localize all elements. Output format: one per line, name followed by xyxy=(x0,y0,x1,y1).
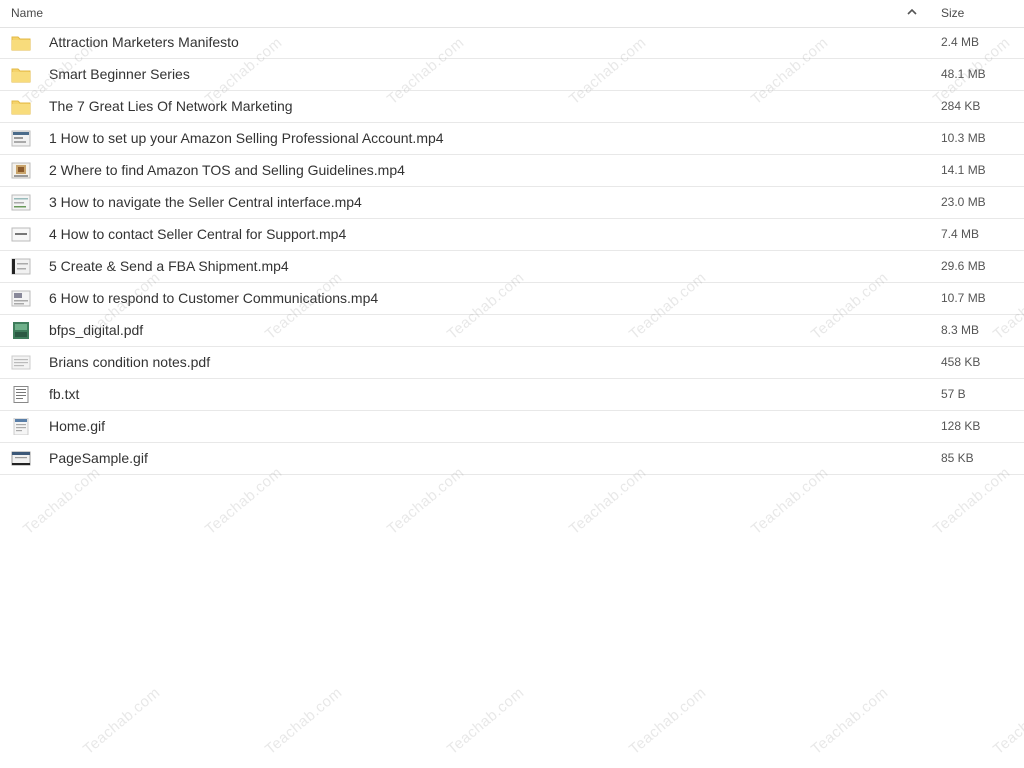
file-name: Brians condition notes.pdf xyxy=(49,354,211,370)
watermark-text: Teachab.com xyxy=(990,684,1024,759)
list-item[interactable]: Smart Beginner Series 48.1 MB xyxy=(0,59,1024,91)
list-item[interactable]: 3 How to navigate the Seller Central int… xyxy=(0,187,1024,219)
image-thumbnail-icon xyxy=(11,450,31,467)
watermark-text: Teachab.com xyxy=(566,464,650,539)
file-name: Smart Beginner Series xyxy=(49,66,190,82)
file-name: Home.gif xyxy=(49,418,106,434)
file-size: 48.1 MB xyxy=(941,67,986,81)
list-item[interactable]: 4 How to contact Seller Central for Supp… xyxy=(0,219,1024,251)
watermark-text: Teachab.com xyxy=(20,464,104,539)
list-item[interactable]: bfps_digital.pdf 8.3 MB xyxy=(0,315,1024,347)
file-name: Attraction Marketers Manifesto xyxy=(49,34,239,50)
list-item[interactable]: 1 How to set up your Amazon Selling Prof… xyxy=(0,123,1024,155)
file-name: 4 How to contact Seller Central for Supp… xyxy=(49,226,347,242)
list-item[interactable]: fb.txt 57 B xyxy=(0,379,1024,411)
list-item[interactable]: Home.gif 128 KB xyxy=(0,411,1024,443)
file-name: bfps_digital.pdf xyxy=(49,322,144,338)
folder-icon xyxy=(11,34,31,51)
file-list: Attraction Marketers Manifesto 2.4 MB Sm… xyxy=(0,27,1024,475)
video-thumbnail-icon xyxy=(11,258,31,275)
file-name: PageSample.gif xyxy=(49,450,148,466)
list-item[interactable]: 6 How to respond to Customer Communicati… xyxy=(0,283,1024,315)
list-item[interactable]: PageSample.gif 85 KB xyxy=(0,443,1024,475)
watermark-text: Teachab.com xyxy=(748,464,832,539)
file-size: 10.7 MB xyxy=(941,291,986,305)
watermark-text: Teachab.com xyxy=(444,684,528,759)
list-item[interactable]: The 7 Great Lies Of Network Marketing 28… xyxy=(0,91,1024,123)
folder-icon xyxy=(11,66,31,83)
watermark-text: Teachab.com xyxy=(808,684,892,759)
video-thumbnail-icon xyxy=(11,226,31,243)
file-size: 284 KB xyxy=(941,99,981,113)
watermark-text: Teachab.com xyxy=(626,684,710,759)
watermark-text: Teachab.com xyxy=(202,464,286,539)
pdf-thumbnail-icon xyxy=(11,322,31,339)
file-size: 7.4 MB xyxy=(941,227,980,241)
list-item[interactable]: 5 Create & Send a FBA Shipment.mp4 29.6 … xyxy=(0,251,1024,283)
file-size: 23.0 MB xyxy=(941,195,986,209)
video-thumbnail-icon xyxy=(11,162,31,179)
file-name: The 7 Great Lies Of Network Marketing xyxy=(49,98,293,114)
file-size: 2.4 MB xyxy=(941,35,980,49)
watermark-text: Teachab.com xyxy=(80,684,164,759)
watermark-text: Teachab.com xyxy=(930,464,1014,539)
file-name: 5 Create & Send a FBA Shipment.mp4 xyxy=(49,258,289,274)
size-column-header[interactable]: Size xyxy=(941,6,964,20)
file-size: 458 KB xyxy=(941,355,981,369)
file-name: 2 Where to find Amazon TOS and Selling G… xyxy=(49,162,405,178)
file-size: 128 KB xyxy=(941,419,981,433)
folder-icon xyxy=(11,98,31,115)
file-name: fb.txt xyxy=(49,386,80,402)
watermark-text: Teachab.com xyxy=(384,464,468,539)
file-size: 10.3 MB xyxy=(941,131,986,145)
video-thumbnail-icon xyxy=(11,130,31,147)
file-size: 29.6 MB xyxy=(941,259,986,273)
file-size: 8.3 MB xyxy=(941,323,980,337)
video-thumbnail-icon xyxy=(11,194,31,211)
file-size: 57 B xyxy=(941,387,966,401)
file-name: 1 How to set up your Amazon Selling Prof… xyxy=(49,130,444,146)
file-name: 3 How to navigate the Seller Central int… xyxy=(49,194,362,210)
list-item[interactable]: Brians condition notes.pdf 458 KB xyxy=(0,347,1024,379)
file-name: 6 How to respond to Customer Communicati… xyxy=(49,290,379,306)
text-file-icon xyxy=(11,386,31,403)
list-item[interactable]: Attraction Marketers Manifesto 2.4 MB xyxy=(0,27,1024,59)
chevron-up-icon[interactable] xyxy=(905,5,919,19)
file-size: 85 KB xyxy=(941,451,974,465)
video-thumbnail-icon xyxy=(11,290,31,307)
file-list-header: Name Size xyxy=(0,0,1024,28)
pdf-thumbnail-icon xyxy=(11,354,31,371)
list-item[interactable]: 2 Where to find Amazon TOS and Selling G… xyxy=(0,155,1024,187)
watermark-text: Teachab.com xyxy=(262,684,346,759)
image-thumbnail-icon xyxy=(11,418,31,435)
name-column-header[interactable]: Name xyxy=(11,6,43,20)
file-size: 14.1 MB xyxy=(941,163,986,177)
